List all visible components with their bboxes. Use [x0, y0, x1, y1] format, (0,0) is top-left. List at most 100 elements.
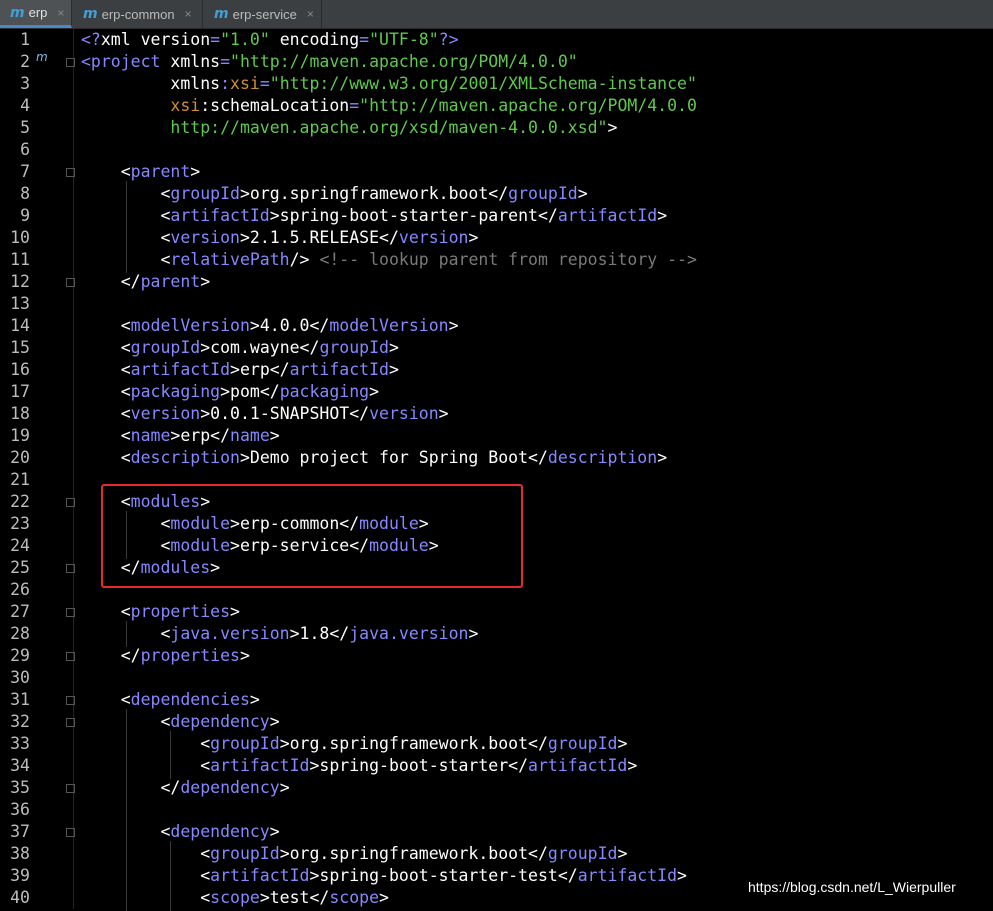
- code-line[interactable]: http://maven.apache.org/xsd/maven-4.0.0.…: [81, 117, 617, 139]
- code-line[interactable]: <description>Demo project for Spring Boo…: [81, 447, 667, 469]
- line-number: 33: [10, 734, 30, 753]
- code-token: description: [547, 448, 658, 467]
- code-line[interactable]: xsi:schemaLocation="http://maven.apache.…: [81, 95, 697, 117]
- code-line[interactable]: <properties>: [81, 601, 240, 623]
- code-token: >: [379, 888, 389, 907]
- fold-toggle-icon[interactable]: [66, 828, 75, 837]
- code-line[interactable]: <groupId>org.springframework.boot</group…: [81, 843, 627, 865]
- line-number: 37: [10, 822, 30, 841]
- fold-toggle-icon[interactable]: [66, 696, 75, 705]
- line-number: 19: [10, 426, 30, 445]
- line-number: 12: [10, 272, 30, 291]
- code-token: xml version: [100, 30, 211, 49]
- fold-toggle-icon[interactable]: [66, 718, 75, 727]
- code-line[interactable]: <groupId>org.springframework.boot</group…: [81, 183, 587, 205]
- code-token: "1.0": [220, 30, 270, 49]
- line-number: 3: [20, 74, 30, 93]
- code-token: >org.springframework.boot</: [279, 734, 548, 753]
- code-line[interactable]: <?xml version="1.0" encoding="UTF-8"?>: [81, 29, 459, 51]
- code-line[interactable]: <groupId>com.wayne</groupId>: [81, 337, 399, 359]
- code-line[interactable]: <version>2.1.5.RELEASE</version>: [81, 227, 478, 249]
- fold-toggle-icon[interactable]: [66, 58, 75, 67]
- close-icon[interactable]: ×: [307, 7, 314, 21]
- code-token: >: [617, 844, 628, 863]
- code-token: >org.springframework.boot</: [239, 184, 509, 203]
- line-number: 34: [10, 756, 30, 775]
- code-token: version: [170, 228, 240, 247]
- code-line[interactable]: <parent>: [81, 161, 200, 183]
- code-token: "http://www.w3.org/2001/XMLSchema-instan…: [269, 74, 697, 93]
- fold-toggle-icon[interactable]: [66, 278, 75, 287]
- maven-m-icon: m: [10, 4, 25, 21]
- code-token: >pom</: [220, 382, 280, 401]
- code-line[interactable]: <groupId>org.springframework.boot</group…: [81, 733, 627, 755]
- code-line[interactable]: <dependencies>: [81, 689, 260, 711]
- code-token: "http://maven.apache.org/POM/4.0.0: [359, 96, 697, 115]
- code-line[interactable]: <scope>test</scope>: [81, 887, 389, 909]
- code-line[interactable]: </parent>: [81, 271, 210, 293]
- line-number: 4: [20, 96, 30, 115]
- code-token: <: [81, 756, 211, 775]
- code-token: </: [81, 272, 141, 291]
- code-line[interactable]: <project xmlns="http://maven.apache.org/…: [81, 51, 578, 73]
- code-token: =: [359, 30, 370, 49]
- code-token: >0.0.1-SNAPSHOT</: [200, 404, 370, 423]
- code-line[interactable]: <version>0.0.1-SNAPSHOT</version>: [81, 403, 449, 425]
- line-number: 13: [10, 294, 30, 313]
- code-line[interactable]: <packaging>pom</packaging>: [81, 381, 379, 403]
- code-token: <: [81, 382, 131, 401]
- close-icon[interactable]: ×: [57, 6, 64, 20]
- code-token: <: [81, 316, 131, 335]
- tab-erp[interactable]: m erp ×: [0, 0, 72, 28]
- fold-toggle-icon[interactable]: [66, 498, 75, 507]
- code-token: groupId: [508, 184, 578, 203]
- code-line[interactable]: <artifactId>spring-boot-starter-test</ar…: [81, 865, 687, 887]
- code-token: java.version: [349, 624, 469, 643]
- code-line[interactable]: <dependency>: [81, 821, 279, 843]
- fold-toggle-icon[interactable]: [66, 784, 75, 793]
- watermark: https://blog.csdn.net/L_Wierpuller: [745, 878, 959, 896]
- code-token: groupId: [170, 184, 240, 203]
- line-number: 39: [10, 866, 30, 885]
- code-token: artifactId: [557, 206, 658, 225]
- fold-toggle-icon[interactable]: [66, 608, 75, 617]
- code-line[interactable]: xmlns:xsi="http://www.w3.org/2001/XMLSch…: [81, 73, 697, 95]
- code-token: :schemaLocation: [200, 96, 350, 115]
- code-line[interactable]: <artifactId>erp</artifactId>: [81, 359, 399, 381]
- code-line[interactable]: <artifactId>spring-boot-starter</artifac…: [81, 755, 637, 777]
- fold-toggle-icon[interactable]: [66, 564, 75, 573]
- code-line[interactable]: </dependency>: [81, 777, 289, 799]
- code-line[interactable]: <dependency>: [81, 711, 279, 733]
- code-token: <: [81, 866, 211, 885]
- code-token: "UTF-8": [369, 30, 439, 49]
- code-line[interactable]: <java.version>1.8</java.version>: [81, 623, 478, 645]
- code-line[interactable]: </properties>: [81, 645, 250, 667]
- fold-toggle-icon[interactable]: [66, 168, 75, 177]
- code-token: <: [81, 162, 131, 181]
- tab-erp-common[interactable]: m erp-common ×: [73, 0, 203, 28]
- code-token: packaging: [279, 382, 370, 401]
- code-token: <: [81, 426, 131, 445]
- code-line[interactable]: <name>erp</name>: [81, 425, 280, 447]
- line-number: 36: [10, 800, 30, 819]
- code-token: >: [627, 756, 638, 775]
- code-line[interactable]: <artifactId>spring-boot-starter-parent</…: [81, 205, 667, 227]
- code-token: modelVersion: [329, 316, 449, 335]
- code-line[interactable]: <relativePath/> <!-- lookup parent from …: [81, 249, 696, 271]
- fold-toggle-icon[interactable]: [66, 652, 75, 661]
- code-token: </: [81, 646, 141, 665]
- line-number: 23: [10, 514, 30, 533]
- code-token: xsi: [230, 74, 260, 93]
- gutter-divider: [73, 29, 74, 909]
- code-token: >spring-boot-starter</: [309, 756, 529, 775]
- close-icon[interactable]: ×: [185, 7, 192, 21]
- line-number: 15: [10, 338, 30, 357]
- code-token: artifactId: [130, 360, 231, 379]
- code-line[interactable]: <modelVersion>4.0.0</modelVersion>: [81, 315, 459, 337]
- line-number: 30: [10, 668, 30, 687]
- code-token: >: [468, 228, 479, 247]
- maven-gutter-icon[interactable]: m: [36, 50, 52, 68]
- tab-erp-service[interactable]: m erp-service ×: [204, 0, 322, 28]
- editor-tab-bar: m erp × m erp-common × m erp-service ×: [0, 0, 993, 29]
- code-token: />: [289, 250, 320, 269]
